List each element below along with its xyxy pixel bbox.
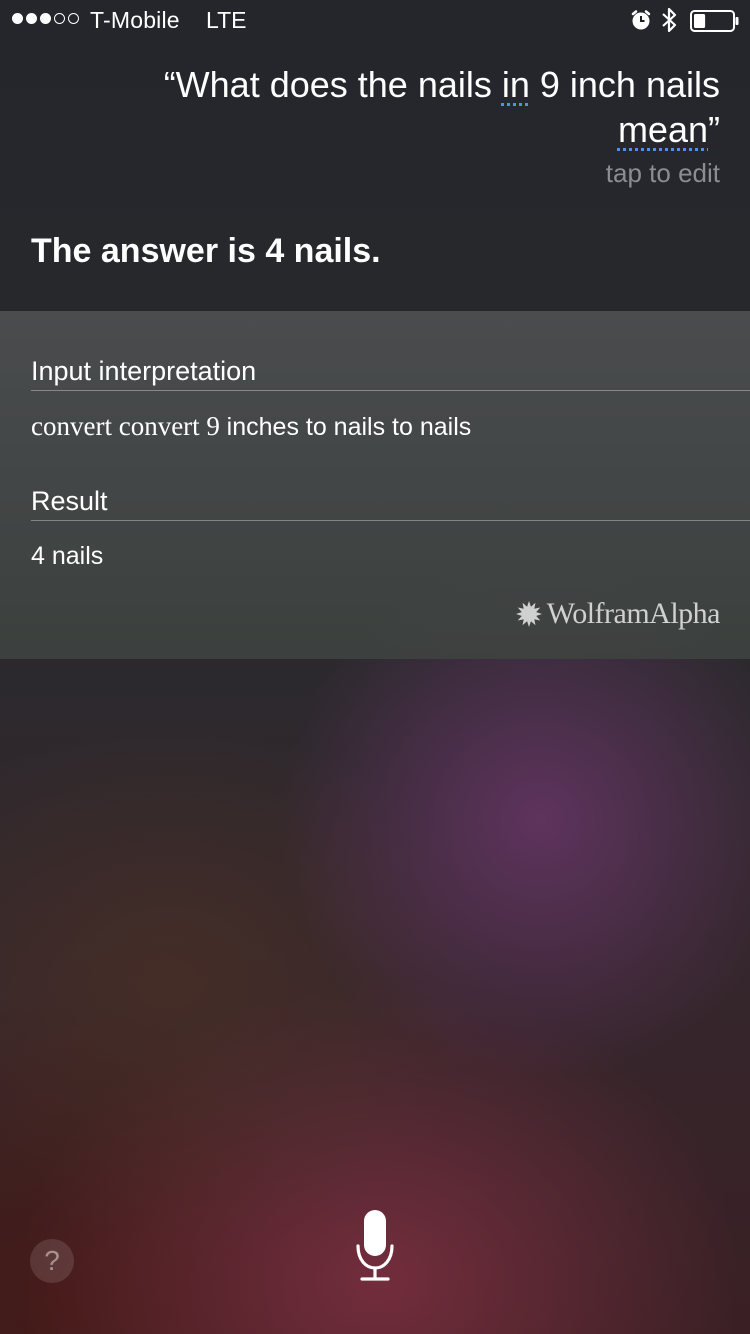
query-word-in[interactable]: in bbox=[502, 64, 530, 105]
carrier-name: T-Mobile bbox=[90, 7, 180, 33]
status-bar: T-Mobile LTE bbox=[0, 0, 750, 40]
wolfram-alpha-logo: WolframAlpha bbox=[515, 597, 721, 631]
wolfram-result-card[interactable]: Input interpretation convert convert 9 i… bbox=[0, 311, 750, 659]
input-interpretation-title: Input interpretation bbox=[31, 356, 257, 386]
battery-icon bbox=[690, 10, 739, 32]
interpretation-sans-text: inches to nails to nails bbox=[226, 413, 472, 441]
siri-query[interactable]: “What does the nails in 9 inch nails mea… bbox=[120, 62, 720, 152]
microphone-icon[interactable] bbox=[355, 1208, 395, 1282]
query-text-part: 9 inch nails bbox=[529, 64, 720, 105]
query-text-part: “What does the nails bbox=[163, 64, 502, 105]
signal-dot bbox=[54, 13, 65, 24]
input-interpretation-value: convert convert 9 inches to nails to nai… bbox=[31, 411, 471, 442]
siri-answer: The answer is 4 nails. bbox=[31, 232, 381, 270]
bluetooth-icon bbox=[662, 7, 677, 33]
divider bbox=[31, 390, 750, 391]
wolfram-alpha-text: WolframAlpha bbox=[546, 597, 721, 630]
signal-dot bbox=[40, 13, 51, 24]
divider bbox=[31, 520, 750, 521]
help-button[interactable]: ? bbox=[30, 1239, 74, 1283]
tap-to-edit-link[interactable]: tap to edit bbox=[606, 158, 720, 189]
signal-dot bbox=[12, 13, 23, 24]
signal-dot bbox=[68, 13, 79, 24]
alarm-icon bbox=[631, 10, 651, 30]
signal-dot bbox=[26, 13, 37, 24]
network-type: LTE bbox=[206, 7, 247, 33]
query-word-mean[interactable]: mean bbox=[618, 109, 708, 150]
wolfram-star-icon bbox=[515, 601, 542, 627]
result-value: 4 nails bbox=[31, 542, 104, 570]
signal-strength-icon bbox=[12, 13, 79, 27]
query-text-part: ” bbox=[708, 109, 720, 150]
interpretation-serif-text: convert convert 9 bbox=[31, 411, 227, 441]
result-title: Result bbox=[31, 486, 108, 516]
